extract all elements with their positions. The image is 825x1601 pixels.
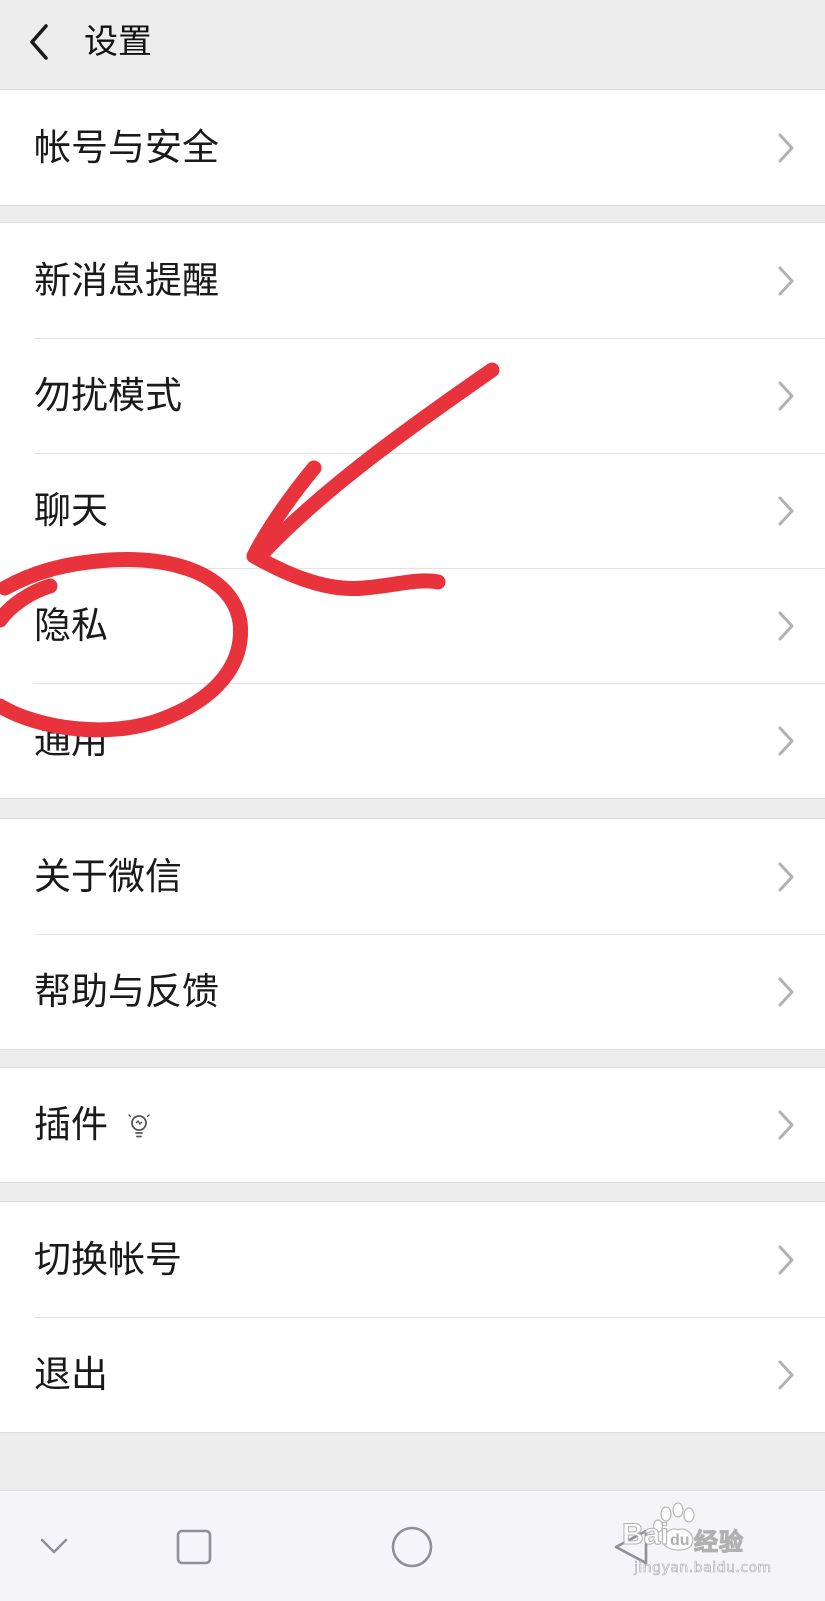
settings-item-label: 新消息提醒 — [34, 259, 219, 302]
chevron-right-icon — [778, 977, 794, 1007]
watermark-brand: 经验 — [694, 1528, 744, 1557]
chevron-right-icon — [778, 1110, 794, 1140]
settings-group-account: 帐号与安全 — [0, 89, 825, 206]
chevron-right-icon — [778, 133, 794, 163]
nav-home-icon[interactable] — [388, 1523, 436, 1571]
settings-item-label: 退出 — [34, 1353, 108, 1396]
settings-item-new-message-alerts[interactable]: 新消息提醒 — [0, 223, 825, 338]
settings-item-chats[interactable]: 聊天 — [0, 453, 825, 568]
back-button[interactable] — [20, 18, 64, 66]
settings-item-label: 插件 — [34, 1103, 108, 1146]
watermark-url: jingyan.baidu.com — [634, 1560, 772, 1577]
settings-item-plugins[interactable]: 插件 — [0, 1068, 825, 1182]
chevron-right-icon — [778, 496, 794, 526]
chevron-right-icon — [778, 1360, 794, 1390]
settings-item-log-out[interactable]: 退出 — [0, 1317, 825, 1432]
settings-item-account-security[interactable]: 帐号与安全 — [0, 90, 825, 205]
settings-item-label: 通用 — [34, 719, 108, 762]
settings-item-help-feedback[interactable]: 帮助与反馈 — [0, 934, 825, 1049]
settings-item-about-wechat[interactable]: 关于微信 — [0, 819, 825, 934]
settings-group-preferences: 新消息提醒 勿扰模式 聊天 隐私 通用 — [0, 222, 825, 799]
page-title: 设置 — [84, 22, 152, 62]
settings-group-about: 关于微信 帮助与反馈 — [0, 818, 825, 1050]
chevron-right-icon — [778, 1245, 794, 1275]
settings-item-label: 聊天 — [34, 489, 108, 532]
chevron-right-icon — [778, 611, 794, 641]
settings-item-label: 勿扰模式 — [34, 374, 182, 417]
chevron-right-icon — [778, 726, 794, 756]
settings-group-plugins: 插件 — [0, 1067, 825, 1183]
chevron-left-icon — [30, 24, 48, 60]
chevron-right-icon — [778, 266, 794, 296]
chevron-right-icon — [778, 381, 794, 411]
settings-item-label: 帮助与反馈 — [34, 970, 219, 1013]
nav-hide-icon[interactable] — [36, 1531, 72, 1561]
settings-group-session: 切换帐号 退出 — [0, 1201, 825, 1433]
settings-item-do-not-disturb[interactable]: 勿扰模式 — [0, 338, 825, 453]
nav-recents-icon[interactable] — [174, 1527, 214, 1567]
settings-item-privacy[interactable]: 隐私 — [0, 568, 825, 683]
lightbulb-icon — [128, 1114, 150, 1138]
settings-item-label: 隐私 — [34, 604, 108, 647]
settings-item-label: 关于微信 — [34, 855, 182, 898]
settings-item-label: 帐号与安全 — [34, 126, 219, 169]
settings-item-general[interactable]: 通用 — [0, 683, 825, 798]
title-bar: 设置 — [0, 0, 825, 90]
settings-item-label: 切换帐号 — [34, 1238, 182, 1281]
settings-item-switch-account[interactable]: 切换帐号 — [0, 1202, 825, 1317]
chevron-right-icon — [778, 862, 794, 892]
